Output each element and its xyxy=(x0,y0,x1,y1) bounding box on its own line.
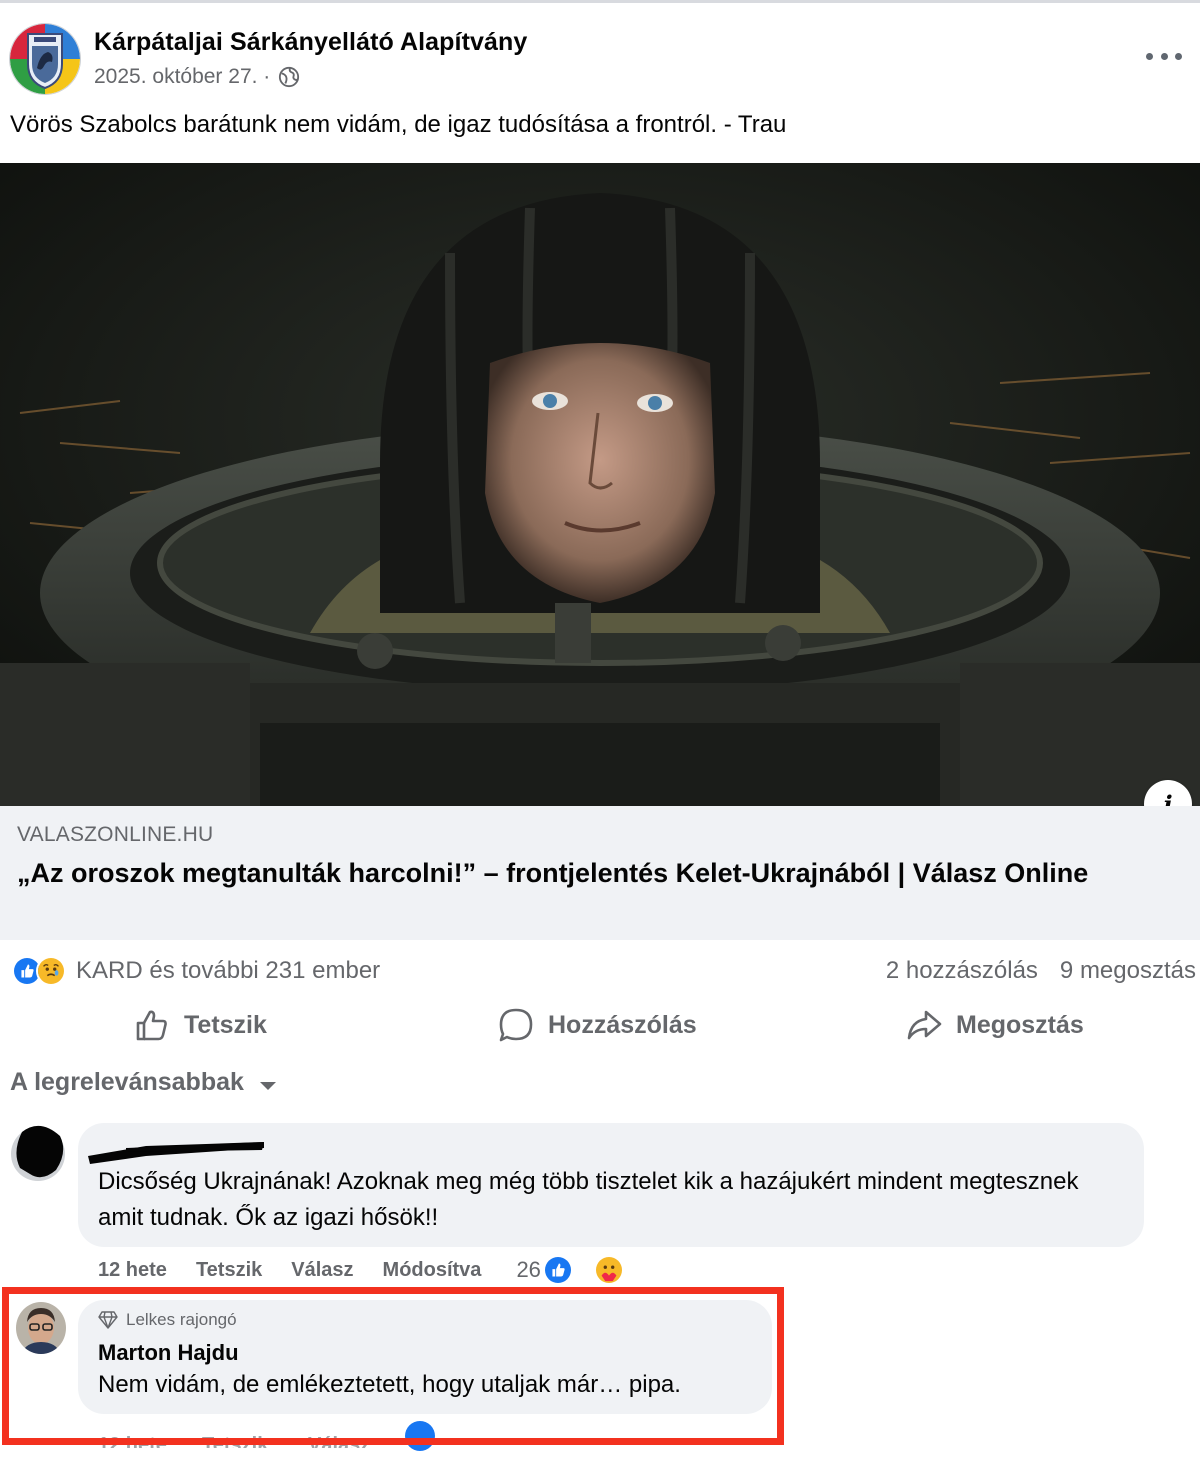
comment-text: Dicsőség Ukrajnának! Azoknak meg még töb… xyxy=(98,1168,1079,1231)
comment-count[interactable]: 2 hozzászólás xyxy=(886,957,1038,985)
link-preview[interactable]: VALASZONLINE.HU „Az oroszok megtanulták … xyxy=(0,806,1200,940)
reactions-summary[interactable]: KARD és további 231 ember xyxy=(12,954,380,988)
comment-time[interactable]: 12 hete xyxy=(98,1259,167,1282)
comment-reaction-count[interactable]: 26 xyxy=(516,1257,540,1283)
thumbs-up-icon xyxy=(134,1007,170,1043)
share-button[interactable]: Megosztás xyxy=(906,1000,1084,1050)
comment-reactions[interactable] xyxy=(542,1255,653,1285)
share-button-label: Megosztás xyxy=(956,1010,1084,1039)
care-reaction-icon xyxy=(36,956,66,986)
like-button[interactable]: Tetszik xyxy=(134,1000,267,1050)
top-divider xyxy=(0,0,1200,3)
comment-sort-dropdown[interactable]: A legrelevánsabbak xyxy=(10,1068,276,1097)
globe-icon xyxy=(278,66,300,88)
share-arrow-icon xyxy=(906,1007,942,1043)
comment-button-label: Hozzászólás xyxy=(548,1010,697,1039)
post-photo[interactable] xyxy=(0,163,1200,806)
comment-bubble-icon xyxy=(498,1007,534,1043)
page-avatar[interactable] xyxy=(10,24,80,94)
post-stats: 2 hozzászólás 9 megosztás xyxy=(886,957,1196,985)
link-title[interactable]: „Az oroszok megtanulták harcolni!” – fro… xyxy=(17,856,1167,891)
comment-reply-link[interactable]: Válasz xyxy=(291,1259,353,1282)
post-text: Vörös Szabolcs barátunk nem vidám, de ig… xyxy=(10,111,787,138)
like-reaction-icon xyxy=(542,1255,573,1285)
more-dot xyxy=(1146,52,1153,60)
share-count[interactable]: 9 megosztás xyxy=(1060,957,1196,985)
more-options-icon[interactable] xyxy=(1146,44,1182,68)
post-date: 2025. október 27. · xyxy=(94,65,300,89)
reactions-text[interactable]: KARD és további 231 ember xyxy=(76,957,380,985)
care-reaction-icon xyxy=(593,1255,624,1285)
comment-edited-label[interactable]: Módosítva xyxy=(383,1259,482,1282)
caret-down-icon xyxy=(259,1081,276,1090)
like-button-label: Tetszik xyxy=(184,1010,267,1039)
link-domain: VALASZONLINE.HU xyxy=(17,823,214,846)
comment-meta: 12 hete Tetszik Válasz Módosítva 26 xyxy=(98,1255,682,1285)
redacted-author-name xyxy=(86,1134,266,1164)
sort-label: A legrelevánsabbak xyxy=(10,1068,244,1096)
more-dot xyxy=(1175,52,1182,60)
highlight-box xyxy=(2,1287,784,1445)
post-timestamp[interactable]: 2025. október 27. · xyxy=(94,65,270,89)
more-dot xyxy=(1160,52,1168,60)
commenter-avatar[interactable] xyxy=(10,1122,66,1182)
comment-button[interactable]: Hozzászólás xyxy=(498,1000,697,1050)
post-actions: Tetszik Hozzászólás Megosztás xyxy=(0,1000,1200,1050)
page-name[interactable]: Kárpátaljai Sárkányellátó Alapítvány xyxy=(94,28,527,57)
comment-like-link[interactable]: Tetszik xyxy=(196,1259,262,1282)
